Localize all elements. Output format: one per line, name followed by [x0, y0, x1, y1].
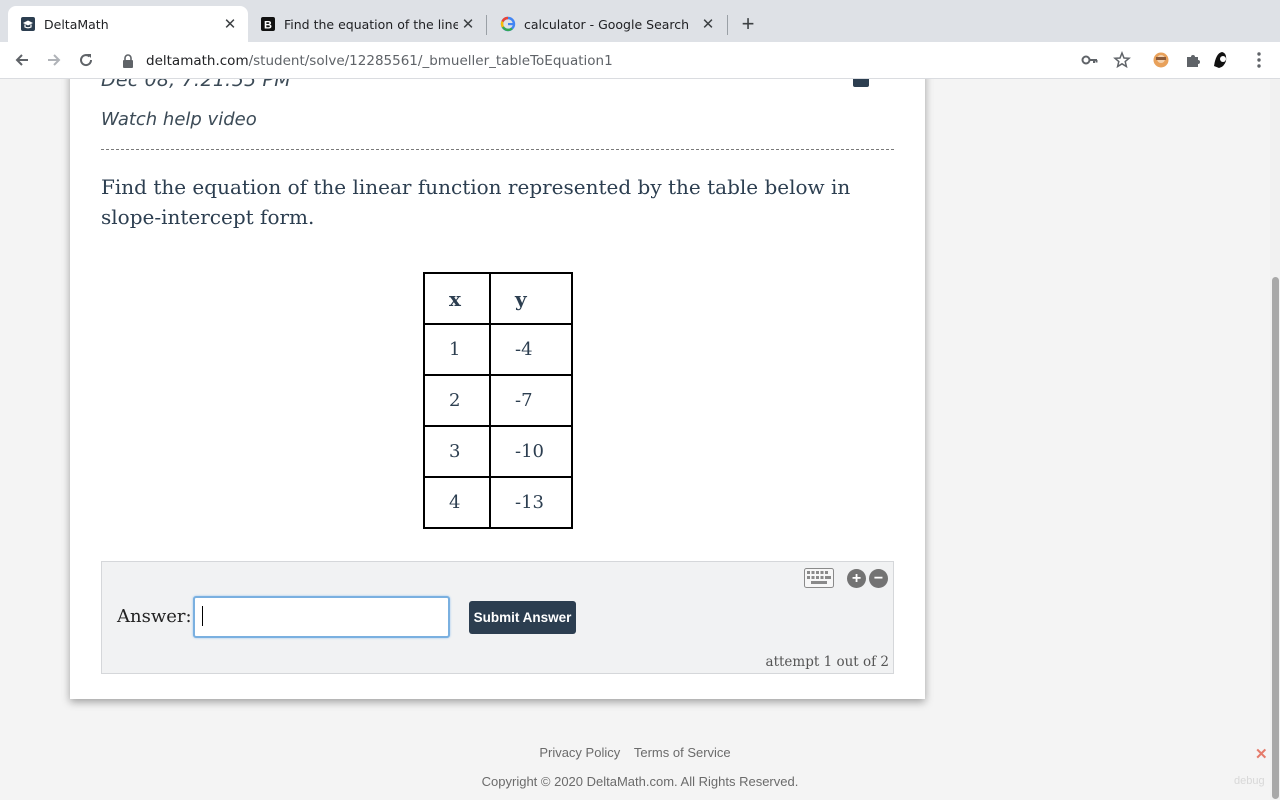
puzzle-icon[interactable] [1182, 49, 1204, 71]
brainly-logo-icon: B [260, 16, 276, 32]
privacy-policy-link[interactable]: Privacy Policy [539, 745, 620, 760]
divider [101, 149, 894, 150]
url-path: /student/solve/12285561/_bmueller_tableT… [248, 52, 613, 69]
table-cell-x: 3 [423, 425, 491, 478]
forward-arrow-icon[interactable] [42, 48, 66, 72]
table-cell-x: 1 [423, 323, 491, 376]
copyright-text: Copyright © 2020 DeltaMath.com. All Righ… [481, 774, 799, 789]
keyboard-icon[interactable] [804, 568, 834, 588]
table-header-x: x [423, 272, 491, 325]
new-tab-icon[interactable]: + [736, 11, 760, 36]
answer-panel: + − Answer: Submit Answer attempt 1 out … [101, 561, 894, 674]
table-header-y: y [489, 272, 573, 325]
help-video-link[interactable]: Watch help video [101, 109, 257, 130]
menu-toggle-button[interactable] [853, 79, 869, 87]
url-text: deltamath.com/student/solve/12285561/_bm… [146, 53, 613, 69]
reload-icon[interactable] [74, 48, 98, 72]
star-icon[interactable] [1111, 49, 1133, 71]
address-bar[interactable]: deltamath.com/student/solve/12285561/_bm… [108, 46, 1142, 75]
page-scrollbar[interactable] [1270, 79, 1280, 800]
text-caret [202, 606, 203, 626]
problem-date: Dec 08, 7:21:55 PM [101, 79, 291, 91]
lock-icon[interactable] [120, 53, 136, 69]
key-icon[interactable] [1079, 49, 1101, 71]
tab-deltamath[interactable]: DeltaMath ✕ [8, 6, 248, 42]
tab-title: Find the equation of the linear [284, 16, 458, 32]
table-row: 2 -7 [423, 374, 573, 427]
tab-separator [727, 15, 728, 35]
tab-title: DeltaMath [44, 16, 109, 32]
answer-input[interactable] [193, 596, 450, 638]
footer-links: Privacy Policy Terms of Service [0, 745, 1270, 760]
google-logo-icon [500, 16, 516, 32]
problem-card: Dec 08, 7:21:55 PM Watch help video Find… [70, 79, 925, 699]
table-header-row: x y [423, 272, 573, 325]
table-cell-y: -7 [489, 374, 573, 427]
table-cell-x: 2 [423, 374, 491, 427]
profile-avatar-icon[interactable] [1210, 49, 1232, 71]
scrollbar-thumb[interactable] [1272, 277, 1279, 799]
xy-table: x y 1 -4 2 -7 3 -10 4 -13 [423, 272, 573, 529]
close-tab-icon[interactable]: ✕ [698, 14, 718, 34]
attempt-counter: attempt 1 out of 2 [765, 654, 889, 670]
table-row: 1 -4 [423, 323, 573, 376]
url-host: deltamath.com [146, 52, 249, 69]
close-debug-icon[interactable]: ✕ [1255, 745, 1268, 763]
back-arrow-icon[interactable] [10, 48, 34, 72]
question-text: Find the equation of the linear function… [101, 175, 851, 229]
debug-label[interactable]: debug [1234, 775, 1265, 787]
table-cell-y: -4 [489, 323, 573, 376]
terms-of-service-link[interactable]: Terms of Service [634, 745, 731, 760]
answer-label: Answer: [117, 606, 192, 627]
browser-toolbar: deltamath.com/student/solve/12285561/_bm… [0, 42, 1280, 79]
tab-title: calculator - Google Search [524, 16, 690, 32]
tab-strip: DeltaMath ✕ B Find the equation of the l… [0, 0, 1280, 42]
submit-answer-button[interactable]: Submit Answer [469, 601, 576, 634]
table-row: 4 -13 [423, 476, 573, 529]
tab-separator [486, 15, 487, 35]
extension-avatar-icon[interactable] [1150, 49, 1172, 71]
zoom-in-icon[interactable]: + [847, 569, 866, 588]
graduation-cap-icon [20, 16, 36, 32]
zoom-out-icon[interactable]: − [869, 569, 888, 588]
table-cell-x: 4 [423, 476, 491, 529]
table-cell-y: -10 [489, 425, 573, 478]
tab-google-search[interactable]: calculator - Google Search ✕ [488, 6, 726, 42]
page-content: Dec 08, 7:21:55 PM Watch help video Find… [0, 79, 1270, 800]
table-cell-y: -13 [489, 476, 573, 529]
close-tab-icon[interactable]: ✕ [458, 14, 478, 34]
close-tab-icon[interactable]: ✕ [220, 14, 240, 34]
table-row: 3 -10 [423, 425, 573, 478]
more-menu-icon[interactable] [1248, 49, 1270, 71]
tab-brainly[interactable]: B Find the equation of the linear ✕ [248, 6, 486, 42]
svg-text:B: B [264, 20, 272, 32]
